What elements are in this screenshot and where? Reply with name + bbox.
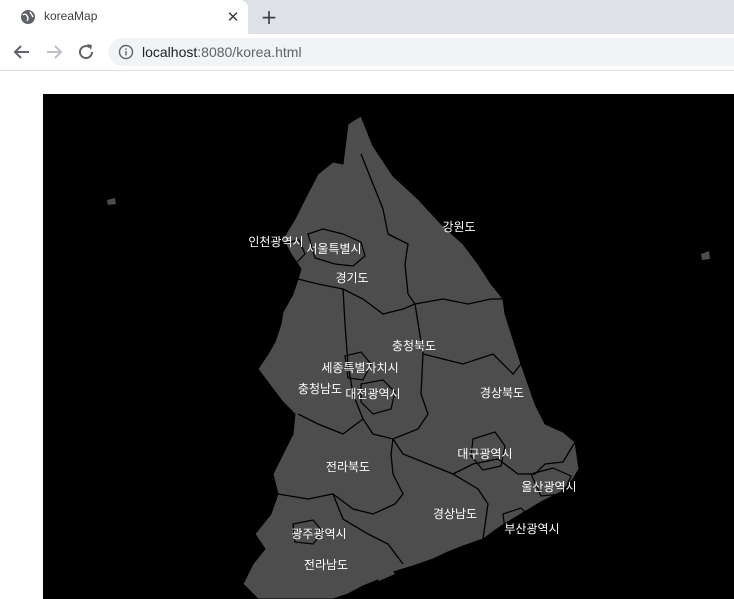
info-icon[interactable] bbox=[118, 44, 134, 60]
url-host: localhost bbox=[142, 44, 198, 60]
region-label-gyeongnam[interactable]: 경상남도 bbox=[433, 507, 477, 521]
island bbox=[107, 198, 116, 205]
browser-tab[interactable]: koreaMap ✕ bbox=[0, 0, 248, 34]
region-label-jeonbuk[interactable]: 전라북도 bbox=[326, 460, 370, 474]
reload-icon[interactable] bbox=[74, 40, 98, 64]
address-bar[interactable]: localhost:8080/korea.html bbox=[108, 38, 734, 66]
browser-toolbar: localhost:8080/korea.html bbox=[0, 34, 734, 71]
tab-strip: koreaMap ✕ + bbox=[0, 0, 734, 34]
map-canvas: 강원도 인천광역시 서울특별시 경기도 충청북도 세종특별자치시 충청남도 대전… bbox=[43, 94, 734, 599]
close-tab-icon[interactable]: ✕ bbox=[224, 8, 242, 26]
region-label-jeonnam[interactable]: 전라남도 bbox=[304, 558, 348, 572]
region-label-gwangju[interactable]: 광주광역시 bbox=[291, 527, 346, 541]
page-viewport: 강원도 인천광역시 서울특별시 경기도 충청북도 세종특별자치시 충청남도 대전… bbox=[0, 71, 734, 599]
region-label-ulsan[interactable]: 울산광역시 bbox=[521, 480, 576, 494]
url-text: localhost:8080/korea.html bbox=[142, 44, 302, 60]
region-label-sejong[interactable]: 세종특별자치시 bbox=[321, 361, 398, 375]
region-label-gangwon[interactable]: 강원도 bbox=[442, 220, 475, 234]
arrow-left-icon[interactable] bbox=[10, 40, 34, 64]
new-tab-button[interactable]: + bbox=[258, 6, 280, 28]
region-label-incheon[interactable]: 인천광역시 bbox=[248, 234, 303, 249]
region-label-busan[interactable]: 부산광역시 bbox=[504, 522, 559, 536]
arrow-right-icon[interactable] bbox=[42, 40, 66, 64]
url-path: :8080/korea.html bbox=[197, 44, 302, 60]
region-label-daejeon[interactable]: 대전광역시 bbox=[345, 387, 400, 401]
region-label-daegu[interactable]: 대구광역시 bbox=[457, 447, 512, 461]
globe-icon bbox=[20, 9, 36, 25]
region-label-seoul[interactable]: 서울특별시 bbox=[306, 242, 361, 256]
tab-title: koreaMap bbox=[44, 9, 98, 23]
island bbox=[701, 251, 710, 260]
region-label-chungnam[interactable]: 충청남도 bbox=[298, 382, 342, 396]
region-label-chungbuk[interactable]: 충청북도 bbox=[392, 339, 436, 353]
region-label-gyeongbuk[interactable]: 경상북도 bbox=[480, 386, 524, 400]
region-label-gyeonggi[interactable]: 경기도 bbox=[335, 271, 368, 285]
korea-map: 강원도 인천광역시 서울특별시 경기도 충청북도 세종특별자치시 충청남도 대전… bbox=[107, 115, 710, 599]
